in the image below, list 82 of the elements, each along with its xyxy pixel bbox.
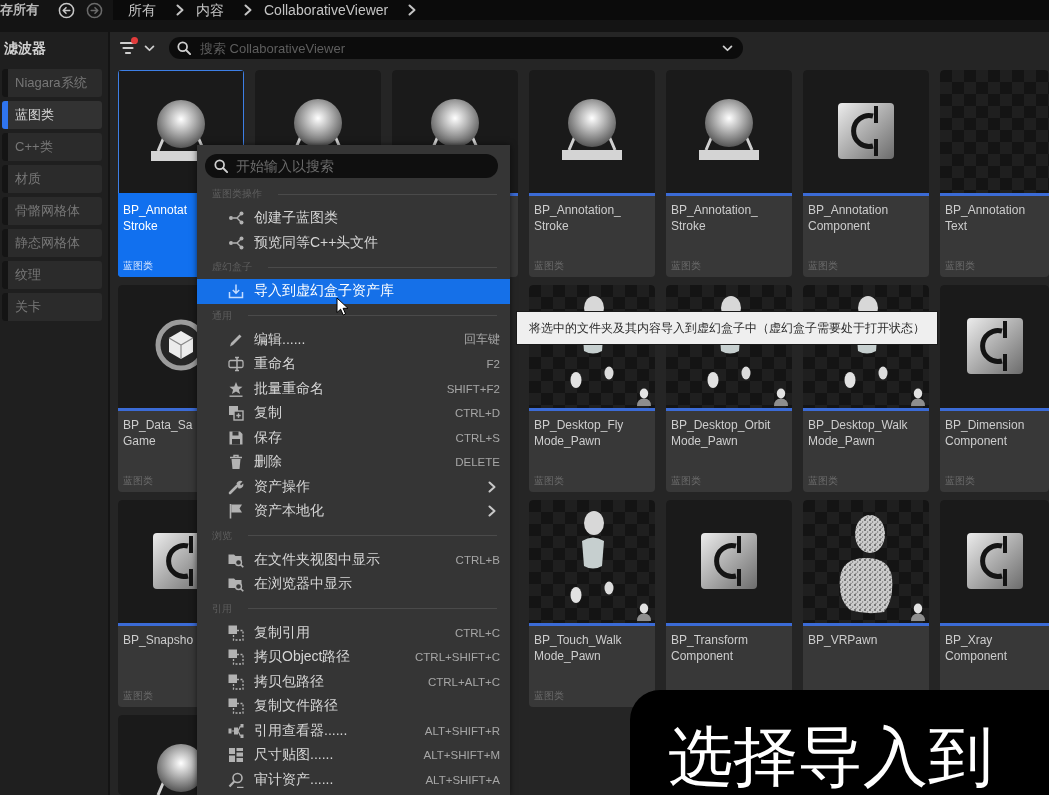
copy-icon xyxy=(228,698,244,715)
asset-name: BP_Desktop_Orbit Mode_Pawn xyxy=(671,417,771,449)
trash-icon xyxy=(228,454,244,471)
shortcut-text: ALT+SHIFT+R xyxy=(424,724,500,737)
chevron-down-icon[interactable] xyxy=(144,44,155,52)
nodes-icon xyxy=(228,722,244,739)
shortcut-text: CTRL+SHIFT+C xyxy=(415,651,500,664)
person-icon xyxy=(636,603,652,621)
flag-icon xyxy=(228,503,244,520)
c-puzzle-icon xyxy=(966,533,1023,589)
asset-name: BP_Snapsho xyxy=(123,632,194,648)
tray-arrow-icon xyxy=(228,283,244,300)
shortcut-text: SHIFT+F2 xyxy=(446,382,500,395)
shortcut-text: F2 xyxy=(486,358,500,371)
wrench-icon xyxy=(228,478,244,495)
person-icon xyxy=(636,388,652,406)
copy-icon xyxy=(228,649,244,666)
c-puzzle-icon xyxy=(966,318,1023,374)
shortcut-text: DELETE xyxy=(455,456,500,469)
chevron-down-icon[interactable] xyxy=(722,45,733,52)
shortcut-text: CTRL+C xyxy=(454,626,500,639)
c-puzzle-icon xyxy=(701,533,757,589)
tooltip: 将选中的文件夹及其内容导入到虚幻盒子中（虚幻盒子需要处于打开状态） xyxy=(516,311,938,345)
asset-name: BP_Annotation_ Stroke xyxy=(671,202,758,234)
panel-title: 滤波器 xyxy=(4,40,46,56)
chevron-right-icon[interactable] xyxy=(488,480,496,493)
filter-item[interactable]: 蓝图类 xyxy=(2,101,102,129)
cursor-icon xyxy=(336,297,349,316)
branch-icon xyxy=(228,210,244,227)
shortcut-text: CTRL+B xyxy=(455,553,500,566)
shortcut-text: CTRL+ALT+C xyxy=(428,675,500,688)
asset-name: BP_Annotat Stroke xyxy=(123,202,188,234)
asset-name: BP_VRPawn xyxy=(808,632,878,648)
asset-name: BP_Transform Component xyxy=(671,632,748,664)
asset-name: BP_Data_Sa Game xyxy=(123,417,193,449)
copy-icon xyxy=(228,624,244,641)
subtitle-text: 选择导入到 xyxy=(668,724,993,790)
person-icon xyxy=(910,388,926,406)
asset-name: BP_Xray Component xyxy=(945,632,1008,664)
shortcut-text: ALT+SHIFT+A xyxy=(425,773,500,786)
asset-name: BP_Annotation_ Stroke xyxy=(534,202,621,234)
copy-icon xyxy=(228,673,244,690)
asset-name: BP_Dimension Component xyxy=(945,417,1025,449)
menu-item[interactable]: 引用查看器...... ALT+SHIFT+R xyxy=(197,718,510,743)
branch-icon xyxy=(228,234,244,251)
star-icon xyxy=(228,380,244,397)
breadcrumb-link[interactable]: CollaborativeViewer xyxy=(264,1,389,19)
folder-search-icon xyxy=(228,576,244,593)
breadcrumb-link[interactable]: 所有 xyxy=(128,1,156,19)
chevron-right-icon[interactable] xyxy=(244,4,252,16)
text-cursor-icon xyxy=(228,356,244,373)
shortcut-text: CTRL+S xyxy=(455,431,500,444)
breadcrumb-link[interactable]: 内容 xyxy=(196,1,224,19)
magnifier-icon xyxy=(228,771,244,788)
search-icon xyxy=(214,159,228,173)
c-puzzle-icon xyxy=(838,103,894,159)
menu-item[interactable]: 尺寸贴图...... ALT+SHIFT+M xyxy=(197,743,510,768)
asset-name: BP_Desktop_Walk Mode_Pawn xyxy=(808,417,908,449)
asset-name: BP_Annotation Text xyxy=(945,202,1026,234)
sphere-on-stand-icon xyxy=(697,98,761,160)
shortcut-text: CTRL+D xyxy=(454,407,500,420)
chevron-right-icon[interactable] xyxy=(176,4,184,16)
asset-name: BP_Annotation Component xyxy=(808,202,889,234)
shortcut-text: ALT+SHIFT+M xyxy=(423,749,500,762)
asset-type: 蓝图类 xyxy=(123,260,153,272)
sphere-on-stand-icon xyxy=(560,98,624,160)
search-icon xyxy=(177,41,191,55)
chevron-right-icon[interactable] xyxy=(488,505,496,518)
asset-name: BP_Desktop_Fly Mode_Pawn xyxy=(534,417,624,449)
save-all-label[interactable]: 存所有 xyxy=(0,2,39,18)
menu-search-field[interactable]: 开始输入以搜索 xyxy=(205,154,498,178)
menu-item[interactable]: 导入到虚幻盒子资产库 xyxy=(197,279,510,304)
save-icon xyxy=(228,429,244,446)
person-icon xyxy=(773,388,789,406)
asset-name: BP_Touch_Walk Mode_Pawn xyxy=(534,632,622,664)
menu-item[interactable]: 审计资产...... ALT+SHIFT+A xyxy=(197,767,510,792)
shortcut-text: 回车键 xyxy=(464,332,500,348)
grid-icon xyxy=(228,747,244,764)
chevron-right-icon[interactable] xyxy=(408,4,417,16)
search-field[interactable]: 搜索 CollaborativeViewer xyxy=(169,37,743,59)
person-icon xyxy=(910,603,926,621)
duplicate-icon xyxy=(228,405,244,422)
